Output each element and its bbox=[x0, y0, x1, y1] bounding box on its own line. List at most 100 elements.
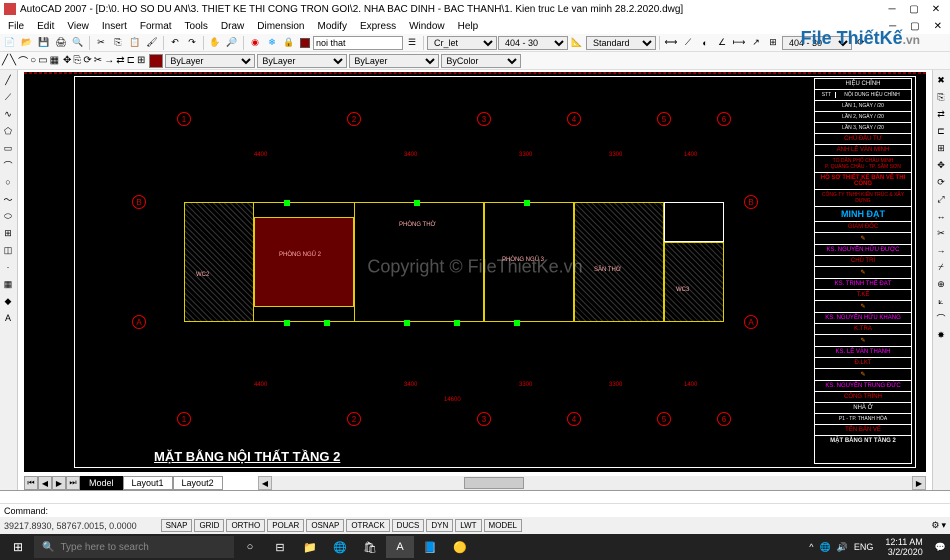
point-tool-icon[interactable]: · bbox=[0, 259, 16, 275]
cut-icon[interactable]: ✂ bbox=[93, 35, 109, 51]
toggle-ortho[interactable]: ORTHO bbox=[226, 519, 265, 532]
fillet-mod-icon[interactable]: ⌒ bbox=[933, 310, 949, 326]
linetype-select[interactable]: ByLayer bbox=[257, 54, 347, 68]
move-icon[interactable]: ✥ bbox=[63, 55, 71, 66]
close-button[interactable]: ✕ bbox=[926, 2, 946, 16]
pan-icon[interactable]: ✋ bbox=[207, 35, 223, 51]
tray-notifications-icon[interactable]: 💬 bbox=[935, 542, 946, 553]
tab-layout2[interactable]: Layout2 bbox=[173, 476, 223, 490]
insert-tool-icon[interactable]: ⊞ bbox=[0, 225, 16, 241]
edge-icon[interactable]: 🌐 bbox=[326, 536, 354, 558]
explorer-icon[interactable]: 📁 bbox=[296, 536, 324, 558]
menu-dimension[interactable]: Dimension bbox=[251, 20, 310, 33]
menu-view[interactable]: View bbox=[61, 20, 95, 33]
tray-network-icon[interactable]: 🌐 bbox=[819, 542, 830, 553]
toggle-grid[interactable]: GRID bbox=[194, 519, 224, 532]
annotation-scale-icon[interactable]: ⚙ bbox=[931, 520, 939, 531]
copy-icon[interactable]: ⎘ bbox=[110, 35, 126, 51]
circle-tool-icon[interactable]: ○ bbox=[0, 174, 16, 190]
toggle-lwt[interactable]: LWT bbox=[455, 519, 481, 532]
toggle-ducs[interactable]: DUCS bbox=[392, 519, 425, 532]
tab-nav-next[interactable]: ▶ bbox=[52, 476, 66, 490]
move-mod-icon[interactable]: ✥ bbox=[933, 157, 949, 173]
join-mod-icon[interactable]: ⊕ bbox=[933, 276, 949, 292]
chrome-task-icon[interactable]: 🟡 bbox=[446, 536, 474, 558]
toggle-dyn[interactable]: DYN bbox=[426, 519, 453, 532]
autocad-task-icon[interactable]: A bbox=[386, 536, 414, 558]
pline-icon[interactable]: ╲ bbox=[10, 55, 16, 66]
redo-icon[interactable]: ↷ bbox=[184, 35, 200, 51]
cortana-icon[interactable]: ○ bbox=[236, 536, 264, 558]
line-tool-icon[interactable]: ╱ bbox=[0, 72, 16, 88]
menu-insert[interactable]: Insert bbox=[96, 20, 133, 33]
scroll-right-icon[interactable]: ▶ bbox=[912, 476, 926, 490]
paste-icon[interactable]: 📋 bbox=[127, 35, 143, 51]
tray-language[interactable]: ENG bbox=[854, 542, 874, 552]
rect-icon[interactable]: ▭ bbox=[38, 55, 47, 66]
rotate-mod-icon[interactable]: ⟳ bbox=[933, 174, 949, 190]
tab-nav-first[interactable]: ⏮ bbox=[24, 476, 38, 490]
arc-tool-icon[interactable]: ⌒ bbox=[0, 157, 16, 173]
color-swatch[interactable] bbox=[149, 54, 163, 68]
maximize-button[interactable]: ▢ bbox=[904, 2, 924, 16]
polygon-tool-icon[interactable]: ⬠ bbox=[0, 123, 16, 139]
pline-tool-icon[interactable]: ∿ bbox=[0, 106, 16, 122]
extend-icon[interactable]: → bbox=[104, 55, 114, 66]
layer-props-icon[interactable]: ☰ bbox=[404, 35, 420, 51]
spline-tool-icon[interactable]: 〜 bbox=[0, 191, 16, 207]
chamfer-mod-icon[interactable]: ⟀ bbox=[933, 293, 949, 309]
menu-help[interactable]: Help bbox=[452, 20, 485, 33]
rect-tool-icon[interactable]: ▭ bbox=[0, 140, 16, 156]
plotstyle-select[interactable]: ByColor bbox=[441, 54, 521, 68]
toggle-otrack[interactable]: OTRACK bbox=[346, 519, 389, 532]
mirror-mod-icon[interactable]: ⇄ bbox=[933, 106, 949, 122]
circle-icon[interactable]: ○ bbox=[30, 55, 36, 66]
stretch-mod-icon[interactable]: ↔ bbox=[933, 208, 949, 224]
menu-modify[interactable]: Modify bbox=[312, 20, 353, 33]
tray-volume-icon[interactable]: 🔊 bbox=[837, 542, 848, 553]
explode-mod-icon[interactable]: ✸ bbox=[933, 327, 949, 343]
hatch-icon[interactable]: ▦ bbox=[50, 55, 59, 66]
tray-clock[interactable]: 12:11 AM 3/2/2020 bbox=[879, 537, 928, 557]
dim-cont-icon[interactable]: ⟼ bbox=[731, 35, 747, 51]
dim-linear-icon[interactable]: ⟷ bbox=[663, 35, 679, 51]
region-tool-icon[interactable]: ◆ bbox=[0, 293, 16, 309]
word-task-icon[interactable]: 📘 bbox=[416, 536, 444, 558]
layer-state-icon[interactable]: ◉ bbox=[247, 35, 263, 51]
taskview-icon[interactable]: ⊟ bbox=[266, 536, 294, 558]
plot-icon[interactable]: 🖨 bbox=[53, 35, 69, 51]
menu-window[interactable]: Window bbox=[403, 20, 451, 33]
block-tool-icon[interactable]: ◫ bbox=[0, 242, 16, 258]
rotate-icon[interactable]: ⟳ bbox=[83, 55, 91, 66]
tab-layout1[interactable]: Layout1 bbox=[123, 476, 173, 490]
zoom-icon[interactable]: 🔎 bbox=[224, 35, 240, 51]
tab-nav-last[interactable]: ⏭ bbox=[66, 476, 80, 490]
menu-edit[interactable]: Edit bbox=[31, 20, 60, 33]
toggle-snap[interactable]: SNAP bbox=[161, 519, 193, 532]
array-mod-icon[interactable]: ⊞ bbox=[933, 140, 949, 156]
line-icon[interactable]: ╱ bbox=[2, 55, 8, 66]
ellipse-tool-icon[interactable]: ⬭ bbox=[0, 208, 16, 224]
doc-close-button[interactable]: ✕ bbox=[928, 20, 948, 33]
toggle-model[interactable]: MODEL bbox=[484, 519, 522, 532]
menu-draw[interactable]: Draw bbox=[215, 20, 250, 33]
hatch-tool-icon[interactable]: ▦ bbox=[0, 276, 16, 292]
open-icon[interactable]: 📂 bbox=[19, 35, 35, 51]
layer-lock-icon[interactable]: 🔒 bbox=[281, 35, 297, 51]
preview-icon[interactable]: 🔍 bbox=[70, 35, 86, 51]
scale-mod-icon[interactable]: ⤢ bbox=[933, 191, 949, 207]
tab-model[interactable]: Model bbox=[80, 476, 123, 490]
minimize-button[interactable]: ─ bbox=[882, 2, 902, 16]
menu-tools[interactable]: Tools bbox=[179, 20, 214, 33]
copy-mod-icon[interactable]: ⎘ bbox=[933, 89, 949, 105]
dim-radius-icon[interactable]: ◐ bbox=[697, 35, 713, 51]
toggle-polar[interactable]: POLAR bbox=[267, 519, 304, 532]
horizontal-scrollbar[interactable]: ◀ ▶ bbox=[258, 476, 926, 490]
offset-mod-icon[interactable]: ⊏ bbox=[933, 123, 949, 139]
undo-icon[interactable]: ↶ bbox=[167, 35, 183, 51]
textstyle-select[interactable]: Cr_let bbox=[427, 36, 497, 50]
xline-tool-icon[interactable]: ⟋ bbox=[0, 89, 16, 105]
mirror-icon[interactable]: ⇄ bbox=[116, 55, 124, 66]
taskbar-search[interactable]: 🔍 Type here to search bbox=[34, 536, 234, 558]
tray-chevron-icon[interactable]: ^ bbox=[809, 542, 813, 552]
